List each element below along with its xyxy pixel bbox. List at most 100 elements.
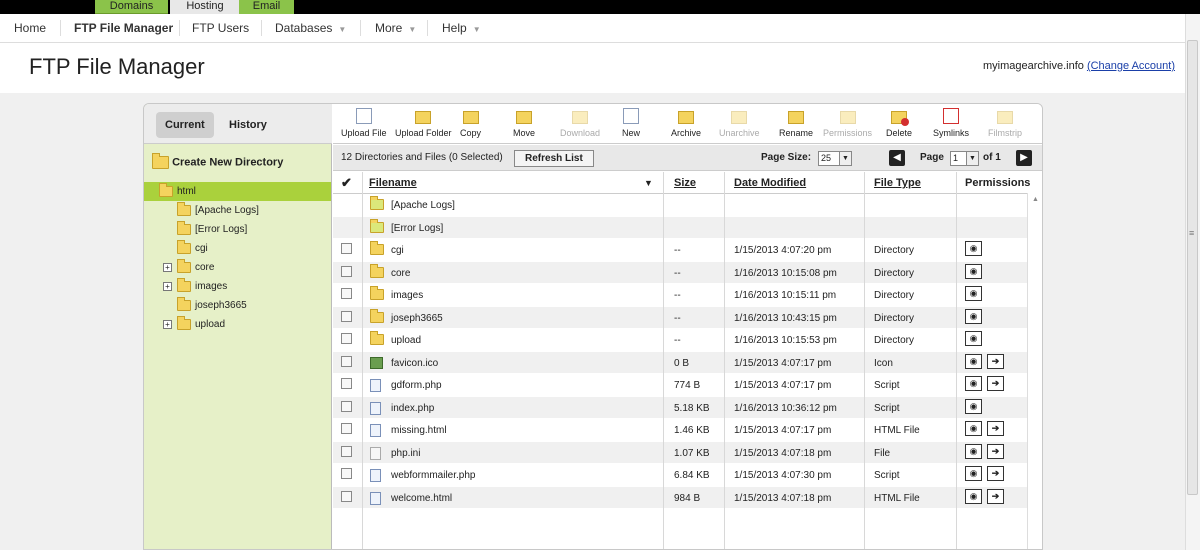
edit-arrow-icon[interactable]: ➔ (987, 376, 1004, 391)
file-name[interactable]: welcome.html (391, 493, 452, 504)
nav-item-ftp-file-manager[interactable]: FTP File Manager (74, 21, 173, 35)
toolbar-delete-button[interactable]: Delete (886, 108, 912, 138)
page-select[interactable]: 1 ▼ (950, 151, 979, 166)
edit-arrow-icon[interactable]: ➔ (987, 466, 1004, 481)
file-name[interactable]: [Error Logs] (391, 223, 443, 234)
toolbar-unarchive-button[interactable]: Unarchive (719, 108, 760, 138)
table-row[interactable]: index.php 5.18 KB 1/16/2013 10:36:12 pm Scr… (333, 396, 1042, 419)
nav-item-databases[interactable]: Databases ▼ (275, 21, 346, 35)
tree-item[interactable]: joseph3665 (144, 296, 331, 315)
table-row[interactable]: cgi -- 1/15/2013 4:07:20 pm Directory ◉ (333, 239, 1042, 262)
table-row[interactable]: [Error Logs] (333, 216, 1042, 239)
expand-icon[interactable]: + (163, 262, 172, 272)
file-name[interactable]: php.ini (391, 448, 420, 459)
next-page-button[interactable]: ▶ (1016, 150, 1032, 166)
create-directory-button[interactable]: Create New Directory (152, 153, 283, 169)
view-eye-icon[interactable]: ◉ (965, 308, 982, 324)
toolbar-new-button[interactable]: New (622, 108, 640, 138)
nav-item-ftp-users[interactable]: FTP Users (192, 21, 249, 35)
toolbar-move-button[interactable]: Move (513, 108, 535, 138)
tree-item[interactable]: cgi (144, 239, 331, 258)
row-checkbox[interactable] (341, 288, 352, 299)
tab-hosting[interactable]: Hosting (170, 0, 240, 14)
table-row[interactable]: webformmailer.php 6.84 KB 1/15/2013 4:07:3… (333, 464, 1042, 487)
nav-item-home[interactable]: Home (14, 21, 46, 35)
file-name[interactable]: core (391, 268, 410, 279)
toolbar-download-button[interactable]: Download (560, 108, 600, 138)
tab-current[interactable]: Current (156, 112, 214, 138)
view-eye-icon[interactable]: ◉ (965, 376, 982, 391)
edit-arrow-icon[interactable]: ➔ (987, 353, 1004, 369)
row-checkbox[interactable] (341, 243, 352, 254)
tree-item[interactable]: + core (144, 258, 331, 277)
view-eye-icon[interactable]: ◉ (965, 263, 982, 279)
column-size[interactable]: Size (674, 177, 696, 189)
change-account-link[interactable]: (Change Account) (1087, 60, 1175, 72)
view-eye-icon[interactable]: ◉ (965, 421, 982, 436)
file-name[interactable]: cgi (391, 245, 404, 256)
table-row[interactable]: missing.html 1.46 KB 1/15/2013 4:07:17 pm H… (333, 419, 1042, 442)
row-checkbox[interactable] (341, 265, 352, 277)
tab-history[interactable]: History (220, 112, 276, 138)
view-eye-icon[interactable]: ◉ (965, 286, 982, 301)
toolbar-symlinks-button[interactable]: Symlinks (933, 108, 969, 138)
edit-arrow-icon[interactable]: ➔ (987, 421, 1004, 436)
expand-icon[interactable]: + (163, 319, 172, 329)
row-checkbox[interactable] (341, 490, 352, 502)
refresh-list-button[interactable]: Refresh List (514, 150, 594, 167)
file-name[interactable]: favicon.ico (391, 358, 438, 369)
toolbar-permissions-button[interactable]: Permissions (823, 108, 872, 138)
row-checkbox[interactable] (341, 468, 352, 479)
file-list-scrollbar[interactable]: ▲ (1027, 193, 1042, 549)
view-eye-icon[interactable]: ◉ (965, 443, 982, 459)
row-checkbox[interactable] (341, 445, 352, 457)
column-date-modified[interactable]: Date Modified (734, 177, 806, 189)
file-name[interactable]: webformmailer.php (391, 470, 475, 481)
toolbar-filmstrip-button[interactable]: Filmstrip (988, 108, 1022, 138)
column-file-type[interactable]: File Type (874, 177, 921, 189)
table-row[interactable]: gdform.php 774 B 1/15/2013 4:07:17 pm Scrip… (333, 374, 1042, 397)
view-eye-icon[interactable]: ◉ (965, 488, 982, 504)
page-size-select[interactable]: 25 ▼ (818, 151, 852, 166)
table-row[interactable]: php.ini 1.07 KB 1/15/2013 4:07:18 pm File ◉ ➔ (333, 441, 1042, 464)
toolbar-upload-file-button[interactable]: Upload File (341, 108, 387, 138)
column-filename[interactable]: Filename (369, 177, 417, 189)
tab-domains[interactable]: Domains (95, 0, 168, 14)
table-row[interactable]: favicon.ico 0 B 1/15/2013 4:07:17 pm Icon ◉ ➔ (333, 351, 1042, 374)
scroll-up-icon[interactable]: ▲ (1032, 196, 1039, 203)
row-checkbox[interactable] (341, 333, 352, 344)
nav-item-help[interactable]: Help ▼ (442, 21, 481, 35)
file-name[interactable]: [Apache Logs] (391, 200, 455, 211)
row-checkbox[interactable] (341, 310, 352, 322)
file-name[interactable]: missing.html (391, 425, 447, 436)
table-row[interactable]: core -- 1/16/2013 10:15:08 pm Directory ◉ (333, 261, 1042, 284)
edit-arrow-icon[interactable]: ➔ (987, 488, 1004, 504)
row-checkbox[interactable] (341, 355, 352, 367)
file-name[interactable]: index.php (391, 403, 434, 414)
view-eye-icon[interactable]: ◉ (965, 331, 982, 346)
tree-item[interactable]: html (144, 182, 331, 201)
nav-item-more[interactable]: More ▼ (375, 21, 416, 35)
table-row[interactable]: joseph3665 -- 1/16/2013 10:43:15 pm Directo… (333, 306, 1042, 329)
file-name[interactable]: gdform.php (391, 380, 442, 391)
edit-arrow-icon[interactable]: ➔ (987, 443, 1004, 459)
toolbar-copy-button[interactable]: Copy (460, 108, 481, 138)
tree-item[interactable]: [Apache Logs] (144, 201, 331, 220)
tree-item[interactable]: [Error Logs] (144, 220, 331, 239)
file-name[interactable]: joseph3665 (391, 313, 443, 324)
view-eye-icon[interactable]: ◉ (965, 241, 982, 256)
table-row[interactable]: upload -- 1/16/2013 10:15:53 pm Directory ◉ (333, 329, 1042, 352)
table-row[interactable]: welcome.html 984 B 1/15/2013 4:07:18 pm HTM… (333, 486, 1042, 509)
toolbar-upload-folder-button[interactable]: Upload Folder (395, 108, 452, 138)
previous-page-button[interactable]: ◀ (889, 150, 905, 166)
select-all-checkmark[interactable]: ✔ (341, 175, 352, 191)
sort-desc-icon[interactable]: ▼ (644, 178, 653, 188)
table-row[interactable]: images -- 1/16/2013 10:15:11 pm Directory ◉ (333, 284, 1042, 307)
view-eye-icon[interactable]: ◉ (965, 398, 982, 414)
toolbar-archive-button[interactable]: Archive (671, 108, 701, 138)
view-eye-icon[interactable]: ◉ (965, 353, 982, 369)
toolbar-rename-button[interactable]: Rename (779, 108, 813, 138)
row-checkbox[interactable] (341, 423, 352, 434)
row-checkbox[interactable] (341, 400, 352, 412)
tree-item[interactable]: + upload (144, 315, 331, 334)
